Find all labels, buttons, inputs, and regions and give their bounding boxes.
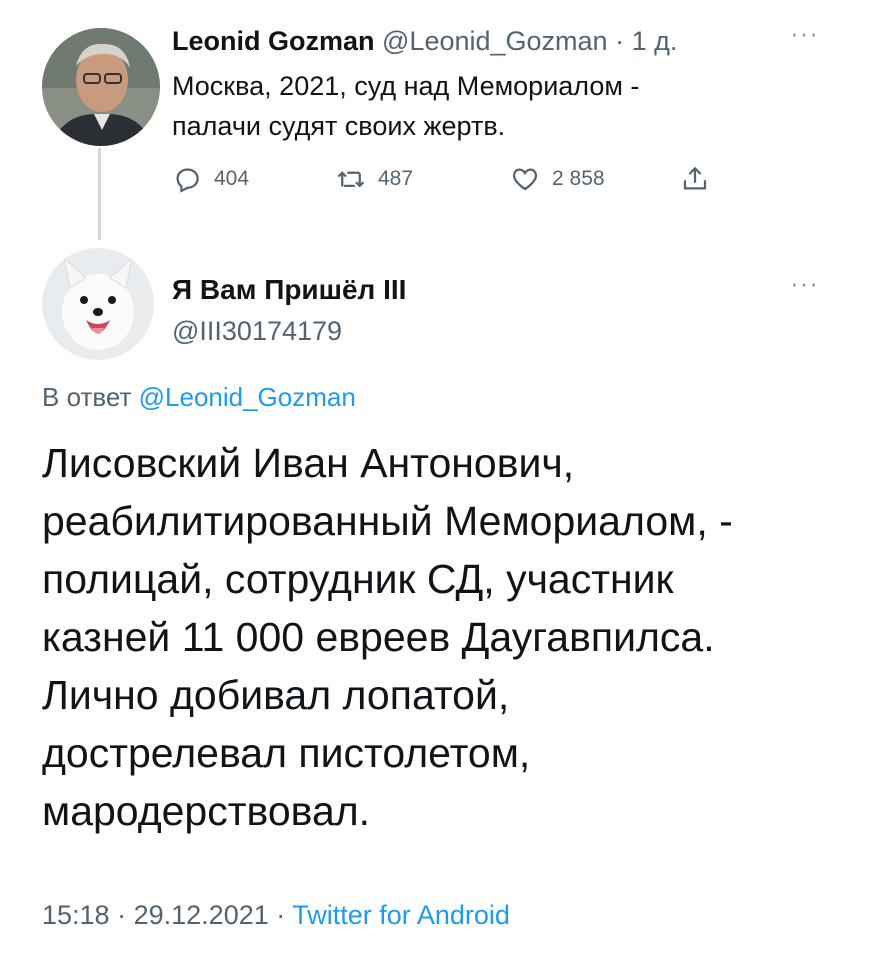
separator-dot: · [276,900,286,930]
like-count: 2 858 [552,167,605,190]
tweet-text: Москва, 2021, суд над Мемориалом - палач… [172,66,792,146]
retweet-icon [337,171,365,188]
reply-button[interactable]: 404 [172,164,249,194]
tweet-text-line: полицай, сотрудник СД, участник [42,556,674,602]
tweet-text: Лисовский Иван Антонович, реабилитирован… [42,434,842,840]
in-reply-prefix: В ответ [42,382,132,412]
share-icon [683,166,707,190]
more-options-icon[interactable]: ··· [790,20,819,46]
share-button[interactable] [680,164,722,194]
avatar[interactable] [42,28,160,146]
tweet-text-line: Лисовский Иван Антонович, [42,440,575,486]
tweet-text-line: мародерствовал. [42,788,371,834]
separator-dot: · [117,900,127,930]
retweet-count: 487 [378,167,414,190]
tweet-time[interactable]: 1 д. [632,26,678,56]
avatar[interactable] [42,248,154,360]
tweet-text-line: казней 11 000 евреев Даугавпилса. [42,614,715,660]
retweet-button[interactable]: 487 [336,164,413,194]
tweet-text-line: реабилитированный Мемориалом, - [42,498,733,544]
reply-count: 404 [214,167,250,190]
like-button[interactable]: 2 858 [510,164,605,194]
tweet-text-line: Лично добивал лопатой, [42,672,510,718]
reply-icon [176,168,199,193]
author-handle[interactable]: @III30174179 [172,316,342,347]
heart-icon [512,168,538,191]
author-handle[interactable]: @Leonid_Gozman [382,26,608,56]
tweet-time[interactable]: 15:18 [42,900,110,930]
tweet-text-line: дострелевал пистолетом, [42,730,531,776]
tweet-metadata: 15:18 · 29.12.2021 · Twitter for Android [42,900,510,931]
tweet-date[interactable]: 29.12.2021 [134,900,269,930]
tweet-text-line: Москва, 2021, суд над Мемориалом - [172,71,640,101]
author-name[interactable]: Я Вам Пришёл III [172,274,406,306]
more-options-icon[interactable]: ··· [790,270,819,296]
client-link[interactable]: Twitter for Android [292,900,510,930]
tweet-text-line: палачи судят своих жертв. [172,111,506,141]
thread-connector-line [98,148,101,240]
author-name[interactable]: Leonid Gozman [172,26,375,56]
reply-mention-link[interactable]: @Leonid_Gozman [139,382,356,412]
tweet-header: Leonid Gozman @Leonid_Gozman · 1 д. [172,24,677,58]
separator-dot: · [615,26,625,56]
in-reply-to: В ответ @Leonid_Gozman [42,382,356,413]
